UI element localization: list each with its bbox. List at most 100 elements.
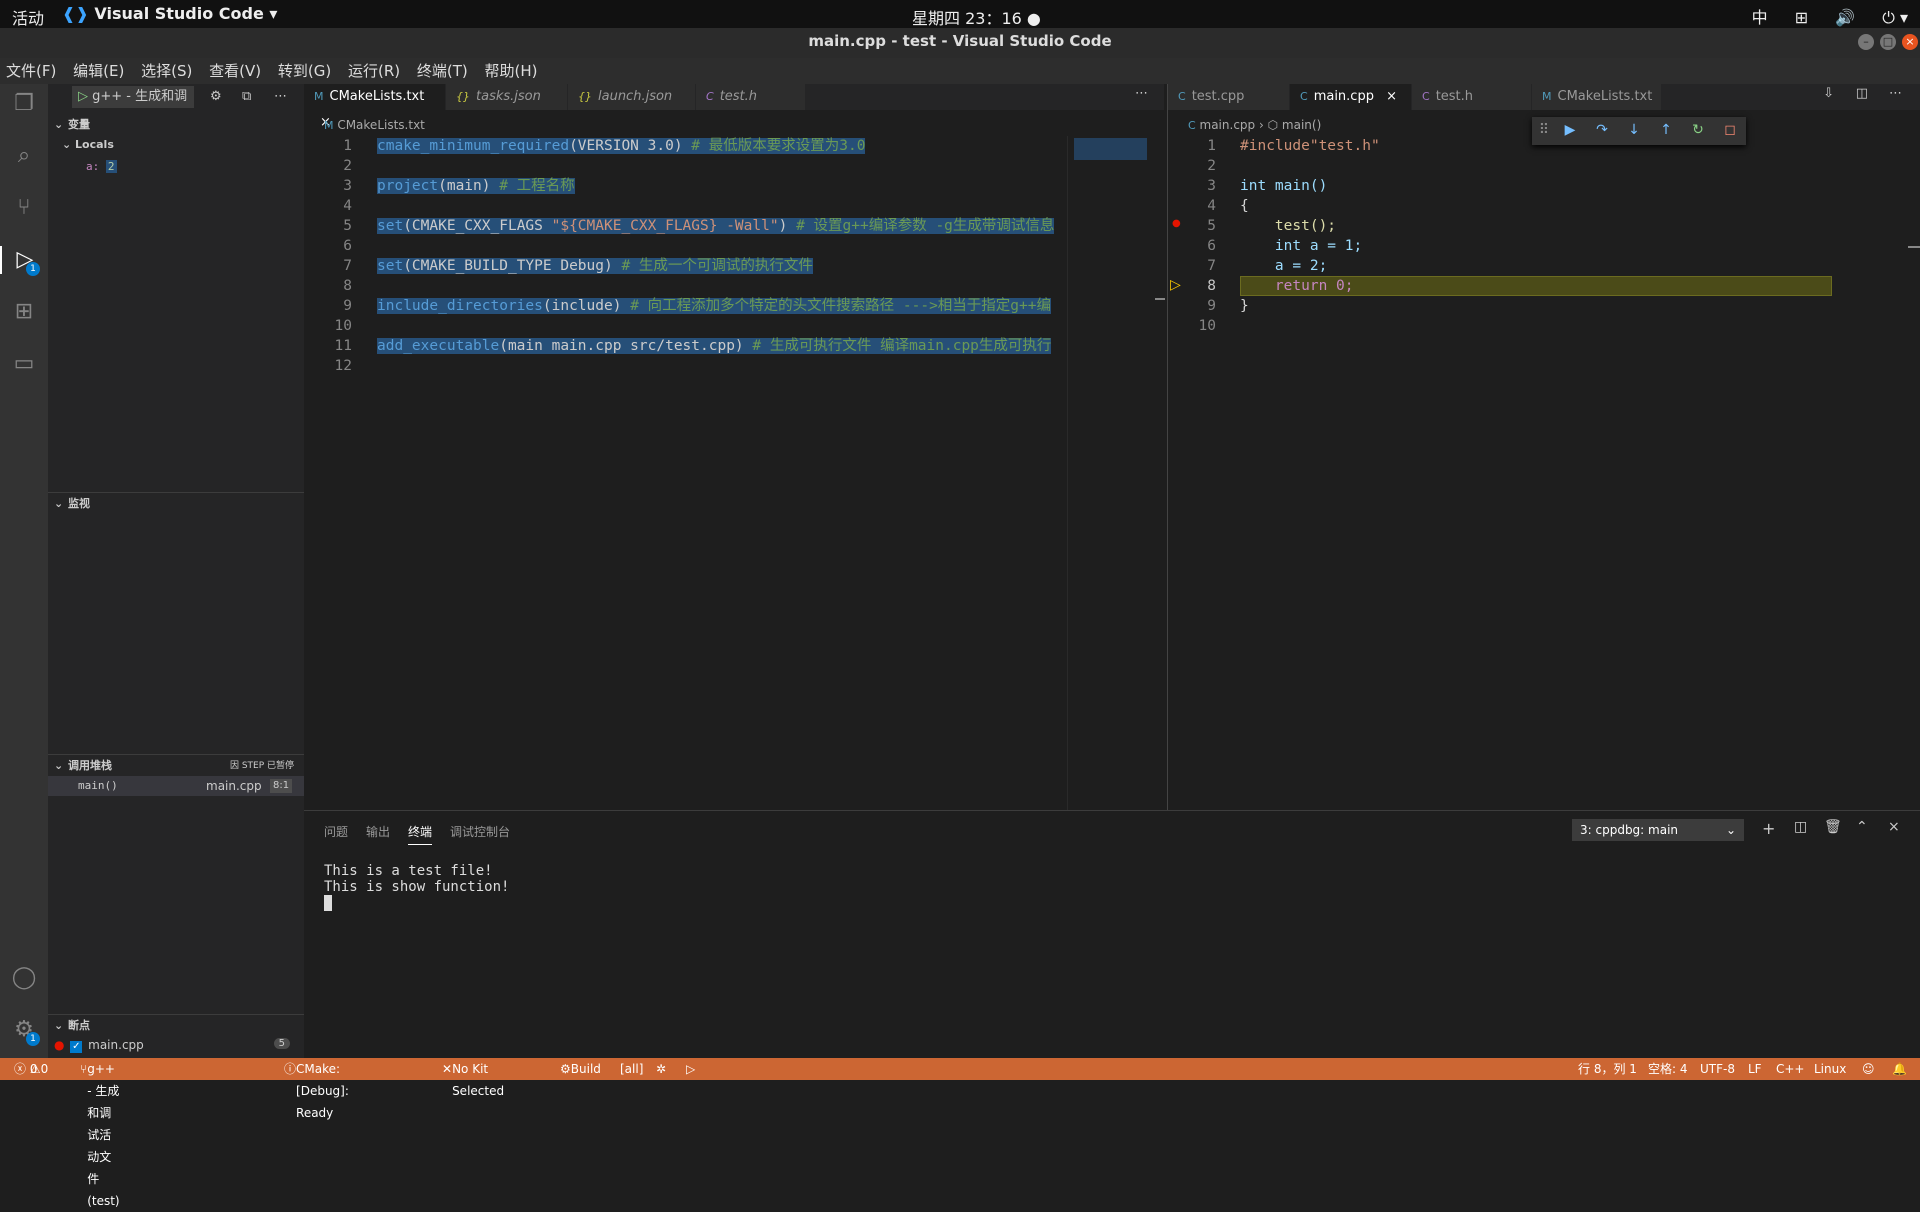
panel-tab-output[interactable]: 输出 [366, 823, 390, 840]
eol[interactable]: LF [1748, 1058, 1762, 1080]
tab-launch-json[interactable]: {} launch.json [568, 84, 696, 110]
tab-test-h[interactable]: Ctest.h [1412, 84, 1532, 110]
extensions-icon[interactable]: ⊞ [10, 298, 38, 326]
debug-config-select[interactable]: ▷ g++ - 生成和调 ⌄ [72, 86, 194, 126]
new-terminal-icon[interactable]: + [1762, 819, 1775, 838]
frame-position: 8:1 [270, 779, 293, 793]
panel-tab-debug-console[interactable]: 调试控制台 [450, 823, 510, 840]
tab-cmakelists-right[interactable]: M CMakeLists.txt [1532, 84, 1662, 110]
problems-status[interactable]: ⓧ 0 ⚠ 0 [14, 1058, 48, 1080]
breakpoint-checkbox[interactable]: ✓ [70, 1041, 83, 1053]
left-scrollbar[interactable] [1153, 136, 1167, 810]
os-status[interactable]: Linux [1814, 1058, 1846, 1080]
tab-label: CMakeLists.txt [329, 89, 425, 104]
line-number: 5 [1207, 218, 1216, 234]
more-actions-icon[interactable]: ⋯ [274, 84, 287, 110]
terminal-output[interactable]: This is a test file! This is show functio… [324, 863, 509, 911]
activities-button[interactable]: 活动 [12, 5, 44, 29]
split-editor-icon[interactable]: ◫ [1856, 86, 1868, 101]
accounts-icon[interactable]: ◯ [10, 964, 38, 992]
editor-more-icon[interactable]: ⋯ [1135, 86, 1148, 101]
code-line: { [1240, 196, 1840, 216]
watch-header[interactable]: ⌄ 监视 [48, 492, 304, 514]
line-number: 4 [1207, 198, 1216, 214]
menu-help[interactable]: 帮助(H) [479, 58, 544, 84]
open-changes-icon[interactable]: ⇩ [1823, 86, 1834, 101]
network-icon[interactable]: ⊞ [1795, 8, 1808, 27]
close-window-button[interactable]: × [1902, 34, 1918, 50]
callstack-header[interactable]: ⌄ 调用堆栈因 STEP 已暂停 [48, 754, 304, 776]
run-status-icon[interactable]: ▷ [686, 1058, 695, 1080]
terminal-select[interactable]: 3: cppdbg: main ⌄ [1572, 819, 1744, 841]
notifications-bell-icon[interactable]: 🔔 [1892, 1058, 1907, 1080]
code-text: } [1240, 298, 1249, 314]
breakpoint-glyph-icon[interactable]: ● [1172, 218, 1181, 229]
locals-scope[interactable]: ⌄ Locals [62, 138, 114, 151]
menu-edit[interactable]: 编辑(E) [67, 58, 130, 84]
minimize-button[interactable]: – [1858, 34, 1874, 50]
cmake-status[interactable]: ⓘ CMake: [Debug]: Ready [284, 1058, 349, 1120]
target-status[interactable]: [all] [620, 1058, 643, 1080]
kill-terminal-icon[interactable]: 🗑 [1824, 819, 1842, 835]
system-clock[interactable]: 星期四 23：16 ● [912, 5, 1041, 29]
split-terminal-icon[interactable]: ◫ [1794, 819, 1807, 835]
app-menu[interactable]: ❰❱ Visual Studio Code ▾ [62, 4, 277, 23]
left-minimap[interactable] [1067, 136, 1153, 810]
debug-console-icon[interactable]: ⧉ [242, 84, 251, 110]
menu-file[interactable]: 文件(F) [0, 58, 62, 84]
editor-divider[interactable] [1167, 84, 1168, 810]
terminal-line: This is show function! [324, 879, 510, 895]
feedback-icon[interactable]: ☺ [1862, 1058, 1875, 1080]
tab-test-h-left[interactable]: Ctest.h [696, 84, 806, 110]
maximize-panel-icon[interactable]: ⌃ [1856, 819, 1868, 835]
indentation[interactable]: 空格: 4 [1648, 1058, 1688, 1080]
tab-test-cpp[interactable]: Ctest.cpp [1168, 84, 1290, 110]
tab-main-cpp[interactable]: Cmain.cpp × [1290, 84, 1412, 110]
search-icon[interactable]: ⌕ [10, 142, 38, 170]
right-breadcrumb[interactable]: C main.cpp › ⬡ main() [1188, 114, 1321, 136]
tab-cmakelists[interactable]: M CMakeLists.txt × [304, 84, 446, 130]
editor-more-icon[interactable]: ⋯ [1889, 86, 1902, 101]
left-breadcrumb[interactable]: M CMakeLists.txt [324, 114, 425, 136]
encoding[interactable]: UTF-8 [1700, 1058, 1735, 1080]
right-scrollbar[interactable] [1908, 136, 1920, 810]
input-method-indicator[interactable]: 中 [1752, 8, 1768, 27]
launch-config-status[interactable]: ⑂ g++ - 生成和调试活动文件 (test) [80, 1058, 120, 1208]
cursor-position[interactable]: 行 8，列 1 [1578, 1058, 1637, 1080]
debug-status-icon[interactable]: ✲ [656, 1058, 666, 1080]
left-code-area[interactable]: cmake_minimum_required(VERSION 3.0) # 最低… [377, 136, 1067, 376]
start-debug-icon[interactable]: ▷ [78, 89, 88, 104]
breakpoints-header[interactable]: ⌄ 断点 [48, 1014, 304, 1036]
volume-icon[interactable]: 🔊 [1835, 8, 1855, 27]
remote-explorer-icon[interactable]: ▭ [10, 350, 38, 378]
run-debug-icon[interactable]: ▷ [0, 246, 48, 274]
menu-selection[interactable]: 选择(S) [135, 58, 198, 84]
menu-view[interactable]: 查看(V) [203, 58, 267, 84]
line-number: 6 [343, 238, 352, 254]
language-mode[interactable]: C++ [1776, 1058, 1805, 1080]
panel-tab-terminal[interactable]: 终端 [408, 823, 433, 845]
maximize-button[interactable]: □ [1880, 34, 1896, 50]
menu-terminal[interactable]: 终端(T) [411, 58, 474, 84]
build-button[interactable]: ⚙ Build [560, 1058, 601, 1080]
kit-status[interactable]: ✕ No Kit Selected [442, 1058, 504, 1098]
callstack-frame[interactable]: main() main.cpp 8:1 [48, 776, 304, 796]
menu-go[interactable]: 转到(G) [272, 58, 337, 84]
power-icon[interactable]: ⏻ ▾ [1882, 8, 1908, 27]
tab-tasks-json[interactable]: {} tasks.json [446, 84, 568, 110]
explorer-icon[interactable]: ❐ [10, 90, 38, 118]
close-tab-icon[interactable]: × [1386, 89, 1397, 104]
right-code-area[interactable]: #include"test.h" int main() { test(); int … [1240, 136, 1840, 336]
source-control-icon[interactable]: ⑂ [10, 194, 38, 222]
code-token: (include) [542, 298, 631, 314]
variables-header[interactable]: ⌄ 变量 [48, 114, 304, 136]
debug-settings-icon[interactable]: ⚙ [210, 84, 222, 110]
variable-row[interactable]: a: 2 [86, 160, 117, 173]
line-number: 2 [343, 158, 352, 174]
close-panel-icon[interactable]: × [1888, 819, 1900, 835]
menu-run[interactable]: 运行(R) [342, 58, 406, 84]
panel-tab-problems[interactable]: 问题 [324, 823, 348, 840]
breakpoint-item[interactable]: ● ✓ main.cpp 5 [54, 1038, 304, 1056]
current-line-arrow-icon: ▷ [1170, 277, 1181, 293]
launch-config-label: g++ - 生成和调试活动文件 (test) [87, 1062, 120, 1208]
